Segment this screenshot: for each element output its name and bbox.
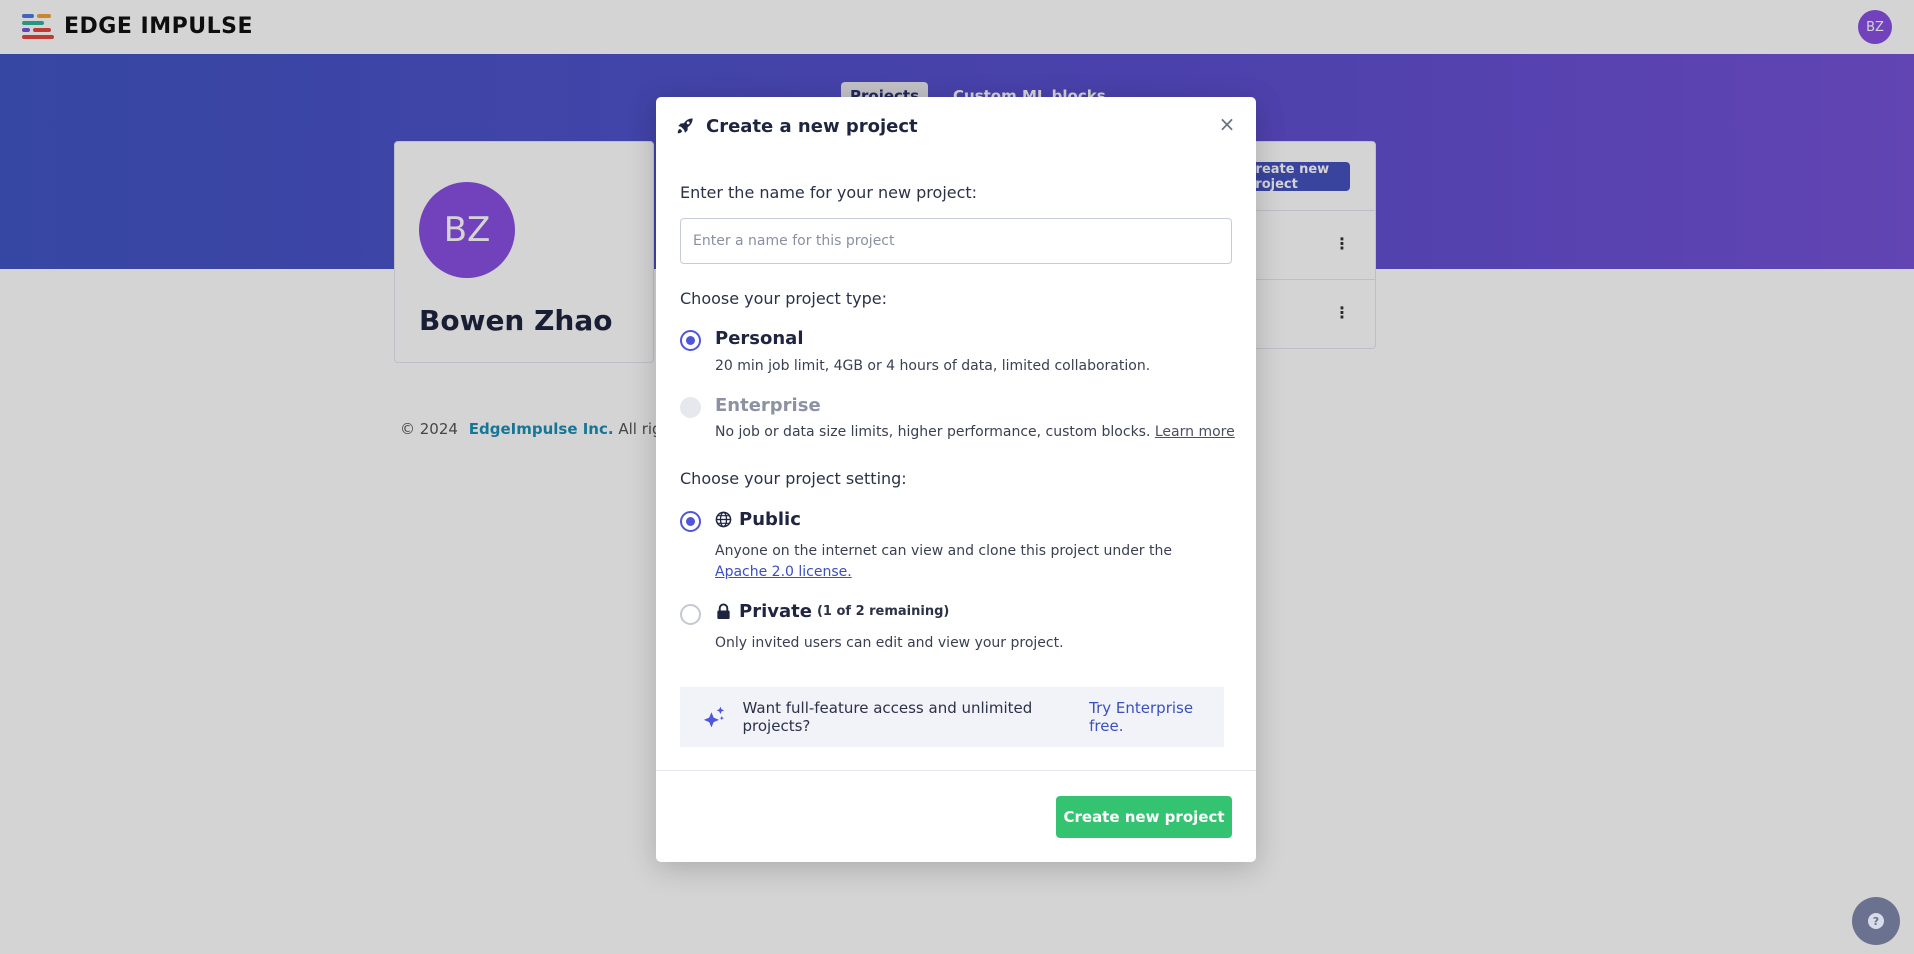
question-icon: ? xyxy=(1868,913,1884,929)
close-icon[interactable]: × xyxy=(1218,114,1236,134)
public-option-title: Public xyxy=(715,509,801,530)
learn-more-link[interactable]: Learn more xyxy=(1155,424,1235,440)
sparkle-icon xyxy=(703,706,725,728)
personal-description: 20 min job limit, 4GB or 4 hours of data… xyxy=(715,358,1151,374)
private-radio[interactable] xyxy=(680,604,701,625)
modal-footer-divider xyxy=(656,770,1256,771)
promo-text: Want full-feature access and unlimited p… xyxy=(742,699,1033,735)
enterprise-description-text: No job or data size limits, higher perfo… xyxy=(715,424,1151,440)
apache-license-link[interactable]: Apache 2.0 license. xyxy=(715,564,852,580)
modal-title: Create a new project xyxy=(706,115,918,137)
try-enterprise-link[interactable]: Try Enterprise free. xyxy=(1089,699,1224,735)
private-description: Only invited users can edit and view you… xyxy=(715,635,1064,651)
enterprise-promo: Want full-feature access and unlimited p… xyxy=(680,687,1224,747)
public-radio[interactable] xyxy=(680,511,701,532)
lock-icon xyxy=(717,603,730,620)
modal-header: Create a new project × xyxy=(656,97,1256,155)
globe-icon xyxy=(715,511,732,528)
name-prompt: Enter the name for your new project: xyxy=(680,183,978,202)
create-project-modal: Create a new project × Enter the name fo… xyxy=(656,97,1256,862)
enterprise-radio xyxy=(680,397,701,418)
public-description-text: Anyone on the internet can view and clon… xyxy=(715,543,1172,559)
create-new-project-button[interactable]: Create new project xyxy=(1056,796,1232,838)
public-title: Public xyxy=(739,509,801,530)
project-name-input[interactable] xyxy=(680,218,1232,264)
private-remaining-note: (1 of 2 remaining) xyxy=(816,604,950,619)
personal-title: Personal xyxy=(715,328,804,349)
enterprise-title: Enterprise xyxy=(715,395,821,416)
private-option-title: Private (1 of 2 remaining) xyxy=(715,601,949,622)
public-description: Anyone on the internet can view and clon… xyxy=(715,541,1215,583)
private-title: Private xyxy=(739,601,812,622)
enterprise-description: No job or data size limits, higher perfo… xyxy=(715,422,1235,443)
type-prompt: Choose your project type: xyxy=(680,289,887,308)
help-button[interactable]: ? xyxy=(1852,897,1900,945)
personal-radio[interactable] xyxy=(680,330,701,351)
setting-prompt: Choose your project setting: xyxy=(680,469,907,488)
rocket-icon xyxy=(677,118,693,134)
